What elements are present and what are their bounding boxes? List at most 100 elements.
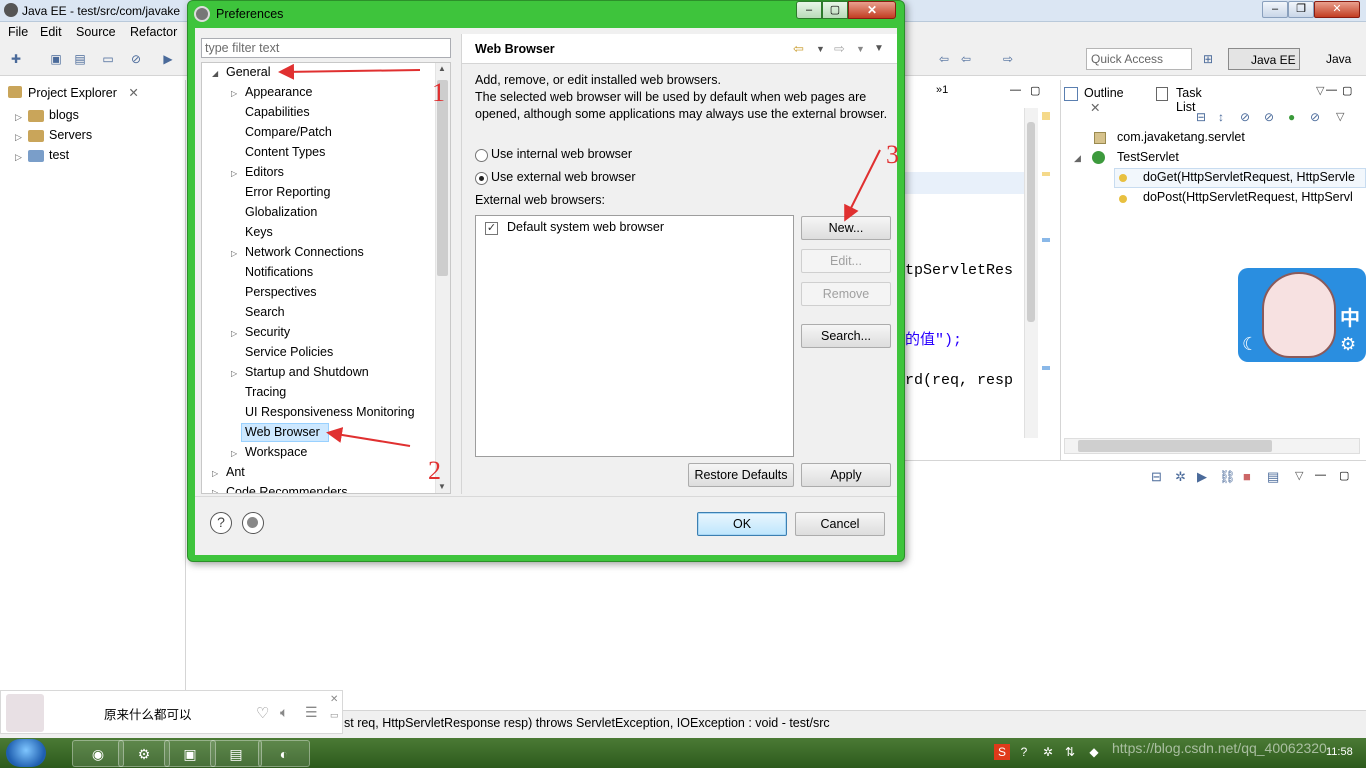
help-icon[interactable]: ? xyxy=(210,512,232,534)
tree-item-capabilities[interactable]: Capabilities xyxy=(245,105,310,119)
tree-item-keys[interactable]: Keys xyxy=(245,225,273,239)
project-item-servers[interactable]: Servers xyxy=(49,128,92,142)
start-button[interactable] xyxy=(6,739,46,767)
collapse-all-icon[interactable]: ⊟ xyxy=(1196,110,1206,124)
pane-maximize-icon[interactable]: ▢ xyxy=(1342,84,1352,97)
outline-item-doget[interactable]: doGet(HttpServletRequest, HttpServle xyxy=(1143,170,1355,184)
help-tray-icon[interactable]: ? xyxy=(1016,744,1032,760)
pane-maximize-icon[interactable]: ▢ xyxy=(1339,469,1349,482)
forward-dropdown-icon[interactable]: ▼ xyxy=(856,44,865,54)
expand-arrow-icon[interactable]: ▷ xyxy=(212,488,218,493)
input-method-icon[interactable]: S xyxy=(994,744,1010,760)
search-button[interactable]: Search... xyxy=(801,324,891,348)
pane-minimize-icon[interactable]: — xyxy=(1315,469,1326,481)
cancel-button[interactable]: Cancel xyxy=(795,512,885,536)
tree-item-globalization[interactable]: Globalization xyxy=(245,205,317,219)
eclipse-close-button[interactable]: ✕ xyxy=(1314,1,1360,18)
expand-arrow-icon[interactable]: ▷ xyxy=(231,169,237,178)
hide-fields-icon[interactable]: ⊘ xyxy=(1240,110,1250,124)
save-icon[interactable]: ▣ xyxy=(48,51,64,67)
new-icon[interactable]: ✚ xyxy=(8,51,24,67)
page-menu-icon[interactable]: ▼ xyxy=(874,43,884,54)
tree-item-ui-responsiveness[interactable]: UI Responsiveness Monitoring xyxy=(245,405,415,419)
close-icon[interactable]: ✕ xyxy=(128,86,138,100)
debug-icon[interactable]: ✲ xyxy=(1175,469,1186,485)
outline-hscrollbar-thumb[interactable] xyxy=(1078,440,1272,452)
browser-list[interactable] xyxy=(475,215,794,457)
forward-icon[interactable]: ⇨ xyxy=(1000,51,1016,67)
radio-internal-label[interactable]: Use internal web browser xyxy=(491,147,632,161)
restore-defaults-button[interactable]: Restore Defaults xyxy=(688,463,794,487)
import-export-icon[interactable] xyxy=(242,512,264,534)
gear-icon[interactable]: ⚙ xyxy=(1340,334,1356,355)
tree-item-perspectives[interactable]: Perspectives xyxy=(245,285,317,299)
tree-item-ant[interactable]: Ant xyxy=(226,465,245,479)
console-pane-icon[interactable]: ⊟ xyxy=(1151,469,1162,485)
volume-icon[interactable]: 🔈︎ xyxy=(280,704,288,721)
expand-arrow-icon[interactable]: ▷ xyxy=(15,112,22,123)
remote-task-button[interactable]: ▤ xyxy=(210,740,262,767)
browser-checkbox[interactable]: ✓ xyxy=(485,222,498,235)
preferences-maximize-button[interactable]: ▢ xyxy=(822,1,848,19)
radio-external-browser[interactable] xyxy=(475,172,488,185)
radio-internal-browser[interactable] xyxy=(475,149,488,162)
playlist-icon[interactable]: ☰ xyxy=(305,704,318,721)
tree-item-service-policies[interactable]: Service Policies xyxy=(245,345,333,359)
back-nav-icon[interactable]: ⇦ xyxy=(936,51,952,67)
tree-item-code-recommenders[interactable]: Code Recommenders xyxy=(226,485,348,493)
expand-arrow-icon[interactable]: ▷ xyxy=(231,329,237,338)
app-task-button[interactable]: ▣ xyxy=(164,740,216,767)
preferences-close-button[interactable]: ✕ xyxy=(848,1,896,19)
link-icon[interactable]: ⛓ xyxy=(1219,469,1236,485)
tree-item-network-connections[interactable]: Network Connections xyxy=(245,245,364,259)
menu-refactor[interactable]: Refactor xyxy=(130,25,177,39)
editor-maximize-icon[interactable]: ▢ xyxy=(1030,84,1040,97)
tree-item-general[interactable]: General xyxy=(226,65,270,79)
expand-arrow-icon[interactable]: ◢ xyxy=(1074,153,1081,164)
project-explorer-tab[interactable]: Project Explorer ✕ xyxy=(4,82,143,104)
view-menu-icon[interactable]: ▽ xyxy=(1295,469,1303,482)
editor-tab-overflow[interactable]: »1 xyxy=(936,84,948,96)
settings-tray-icon[interactable]: ✲ xyxy=(1040,744,1056,760)
outline-menu-icon[interactable]: ▽ xyxy=(1336,110,1344,123)
tree-item-startup-shutdown[interactable]: Startup and Shutdown xyxy=(245,365,369,379)
tree-item-tracing[interactable]: Tracing xyxy=(245,385,286,399)
menu-edit[interactable]: Edit xyxy=(40,25,62,39)
run-icon[interactable]: ▶ xyxy=(160,51,176,67)
view-menu-icon[interactable]: ▽ xyxy=(1316,84,1324,97)
tree-item-compare-patch[interactable]: Compare/Patch xyxy=(245,125,332,139)
project-item-test[interactable]: test xyxy=(49,148,69,162)
back-dropdown-icon[interactable]: ▼ xyxy=(816,44,825,54)
tree-item-security[interactable]: Security xyxy=(245,325,290,339)
close-icon[interactable]: ✕ xyxy=(330,694,338,705)
focus-icon[interactable]: ⊘ xyxy=(1310,110,1320,124)
forward-arrow-icon[interactable]: ⇨ xyxy=(834,41,845,57)
back-arrow-icon[interactable]: ⇦ xyxy=(793,41,804,57)
tree-item-search[interactable]: Search xyxy=(245,305,285,319)
menu-file[interactable]: File xyxy=(8,25,28,39)
expand-arrow-icon[interactable]: ▷ xyxy=(212,469,218,478)
expand-arrow-icon[interactable]: ▷ xyxy=(231,89,237,98)
pane-minimize-icon[interactable]: — xyxy=(1326,84,1337,96)
tree-item-appearance[interactable]: Appearance xyxy=(245,85,312,99)
back-icon[interactable]: ⇦ xyxy=(958,51,974,67)
expand-arrow-icon[interactable]: ▷ xyxy=(15,132,22,143)
remove-button[interactable]: Remove xyxy=(801,282,891,306)
media-task-button[interactable]: ◐ xyxy=(258,740,310,767)
tree-item-web-browser[interactable]: Web Browser xyxy=(245,425,320,439)
expand-arrow-icon[interactable]: ▷ xyxy=(15,152,22,163)
tab-outline[interactable]: Outline ✕ xyxy=(1062,86,1124,115)
editor-scrollbar-thumb[interactable] xyxy=(1027,122,1035,322)
project-item-blogs[interactable]: blogs xyxy=(49,108,79,122)
tab-task-list[interactable]: Task List xyxy=(1154,86,1202,114)
tree-item-editors[interactable]: Editors xyxy=(245,165,284,179)
play-icon[interactable]: ▶ xyxy=(1197,469,1207,485)
tree-item-content-types[interactable]: Content Types xyxy=(245,145,325,159)
arrow-tray-icon[interactable]: ⇅ xyxy=(1062,744,1078,760)
outline-item-class[interactable]: TestServlet xyxy=(1117,150,1179,164)
app-tray-icon[interactable]: ◆ xyxy=(1086,744,1102,760)
chrome-task-button[interactable]: ◉ xyxy=(72,740,124,767)
browser-list-item[interactable]: Default system web browser xyxy=(507,220,664,234)
editor-minimize-icon[interactable]: — xyxy=(1010,84,1021,96)
scroll-up-icon[interactable]: ▲ xyxy=(438,64,446,73)
